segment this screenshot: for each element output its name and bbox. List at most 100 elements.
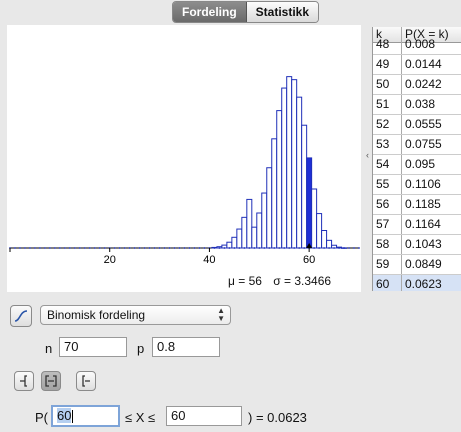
table-row[interactable]: 54 0.095 <box>373 155 461 175</box>
table-row[interactable]: 51 0.038 <box>373 95 461 115</box>
probability-table: k P(X = k) 48 0.008 49 0.0144 50 0.0242 51 0.03… <box>372 27 461 291</box>
chevron-updown-icon: ▲ ▼ <box>217 306 225 323</box>
bar-k-55 <box>281 87 288 249</box>
p-field[interactable]: 0.8 <box>152 337 220 357</box>
upper-bound-field[interactable]: 60 <box>166 406 242 426</box>
baseline-point <box>73 247 76 249</box>
baseline-point <box>19 247 21 249</box>
right-sided-button[interactable] <box>76 371 96 391</box>
table-row[interactable]: 53 0.0755 <box>373 135 461 155</box>
split-pane-handle[interactable]: ‹ <box>366 150 369 160</box>
cell-k: 49 <box>373 55 402 74</box>
baseline-point <box>88 247 91 249</box>
view-tabs: Fordeling Statistikk <box>172 1 320 23</box>
table-row[interactable]: 50 0.0242 <box>373 75 461 95</box>
baseline-point <box>313 247 316 249</box>
bar-k-53 <box>271 138 278 249</box>
baseline-point <box>358 247 360 249</box>
table-row[interactable]: 52 0.0555 <box>373 115 461 135</box>
probability-result: ) = 0.0623 <box>248 410 307 425</box>
cell-probability: 0.008 <box>405 37 436 51</box>
baseline-point <box>83 247 86 249</box>
text-caret <box>72 410 74 424</box>
cell-k: 50 <box>373 75 402 94</box>
tab-distribution[interactable]: Fordeling <box>173 2 247 22</box>
lower-bound-field[interactable]: 60 <box>51 405 120 427</box>
baseline-point <box>258 247 261 249</box>
x-tick-label: 60 <box>303 254 315 266</box>
baseline-point <box>44 247 46 249</box>
baseline-point <box>193 247 196 249</box>
bar-k-47 <box>241 216 248 249</box>
table-row[interactable]: 55 0.1106 <box>373 175 461 195</box>
table-row[interactable]: 60 0.0623 <box>373 275 461 291</box>
baseline-point <box>103 247 106 249</box>
baseline-point <box>273 247 276 249</box>
baseline-point <box>163 247 166 249</box>
cell-k: 60 <box>373 275 402 291</box>
cell-k: 57 <box>373 215 402 234</box>
bar-k-45 <box>231 236 238 249</box>
cell-probability: 0.1043 <box>405 237 442 251</box>
baseline-point <box>183 247 186 249</box>
table-row[interactable]: 49 0.0144 <box>373 55 461 75</box>
bar-k-56 <box>286 76 293 249</box>
baseline-point <box>123 247 126 249</box>
cell-probability: 0.095 <box>405 157 436 171</box>
baseline-point <box>353 247 355 249</box>
baseline-point <box>133 247 136 249</box>
table-row[interactable]: 57 0.1164 <box>373 215 461 235</box>
bar-k-59 <box>301 124 308 249</box>
table-row[interactable]: 56 0.1185 <box>373 195 461 215</box>
cell-k: 52 <box>373 115 402 134</box>
cell-probability: 0.0623 <box>405 277 442 291</box>
baseline-point <box>318 247 321 249</box>
baseline-point <box>63 247 66 249</box>
baseline-point <box>253 247 256 249</box>
baseline-point <box>158 247 161 249</box>
baseline-point <box>53 247 56 249</box>
bar-k-62 <box>316 213 323 249</box>
baseline-point <box>153 247 156 249</box>
table-row[interactable]: 48 0.008 <box>373 35 461 55</box>
baseline-point <box>213 247 216 249</box>
baseline-point <box>113 247 116 249</box>
bar-chart: 20 40 60 <box>9 76 360 266</box>
tab-statistics[interactable]: Statistikk <box>246 2 319 22</box>
baseline-point <box>338 247 340 249</box>
cell-k: 58 <box>373 235 402 254</box>
baseline-point <box>198 247 201 249</box>
left-bracket-icon <box>20 375 27 387</box>
baseline-point <box>168 247 171 249</box>
n-field[interactable]: 70 <box>59 337 127 357</box>
baseline-point <box>228 247 231 249</box>
bar-k-64 <box>326 239 333 249</box>
bar-k-54 <box>276 110 283 249</box>
summary-stats: μ = 56 σ = 3.3466 <box>228 274 339 288</box>
bar-k-52 <box>266 167 273 249</box>
cell-k: 51 <box>373 95 402 114</box>
left-sided-button[interactable] <box>14 371 34 391</box>
distribution-select-value: Binomisk fordeling <box>47 308 146 322</box>
bar-k-49 <box>251 226 258 249</box>
baseline-point <box>348 247 350 249</box>
interval-button[interactable] <box>41 371 61 391</box>
bar-k-58 <box>296 96 303 249</box>
bar-k-63 <box>321 230 328 249</box>
table-body: 48 0.008 49 0.0144 50 0.0242 51 0.038 52 0.0555 53… <box>373 35 461 291</box>
baseline-point <box>323 247 325 249</box>
bar-k-60 <box>306 157 313 249</box>
baseline-point <box>24 247 26 249</box>
cell-probability: 0.0242 <box>405 77 442 91</box>
x-tick-label: 20 <box>104 254 116 266</box>
table-row[interactable]: 59 0.0849 <box>373 255 461 275</box>
baseline-point <box>293 247 296 249</box>
lower-bound-value: 60 <box>57 408 72 423</box>
cumulative-toggle-button[interactable] <box>10 305 32 327</box>
baseline-point <box>128 247 131 249</box>
distribution-select[interactable]: Binomisk fordeling ▲ ▼ <box>40 305 231 325</box>
baseline-point <box>29 247 31 249</box>
baseline-point <box>188 247 191 249</box>
baseline-point <box>333 247 335 249</box>
table-row[interactable]: 58 0.1043 <box>373 235 461 255</box>
